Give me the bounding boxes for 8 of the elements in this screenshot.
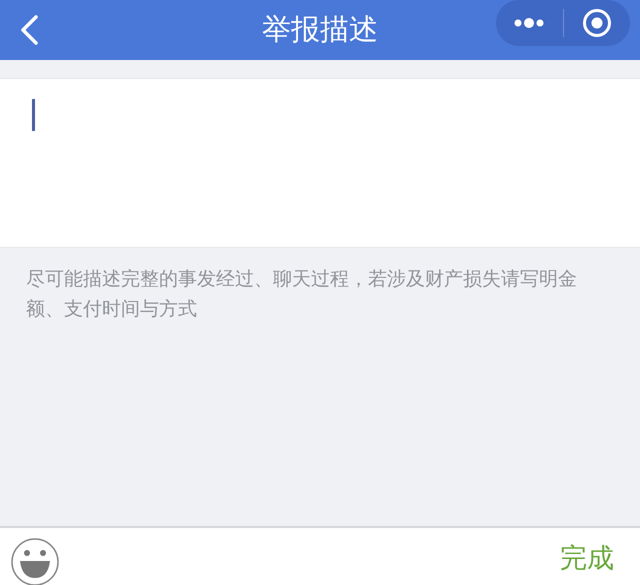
back-icon bbox=[19, 14, 39, 46]
more-icon bbox=[513, 17, 546, 29]
emoji-icon[interactable] bbox=[10, 536, 60, 585]
nav-title: 举报描述 bbox=[262, 12, 378, 46]
done-button[interactable]: 完成 bbox=[560, 532, 614, 584]
description-field[interactable] bbox=[0, 78, 640, 248]
target-icon bbox=[582, 8, 612, 38]
hint-text: 尽可能描述完整的事发经过、聊天过程，若涉及财产损失请写明金额、支付时间与方式 bbox=[26, 268, 577, 320]
